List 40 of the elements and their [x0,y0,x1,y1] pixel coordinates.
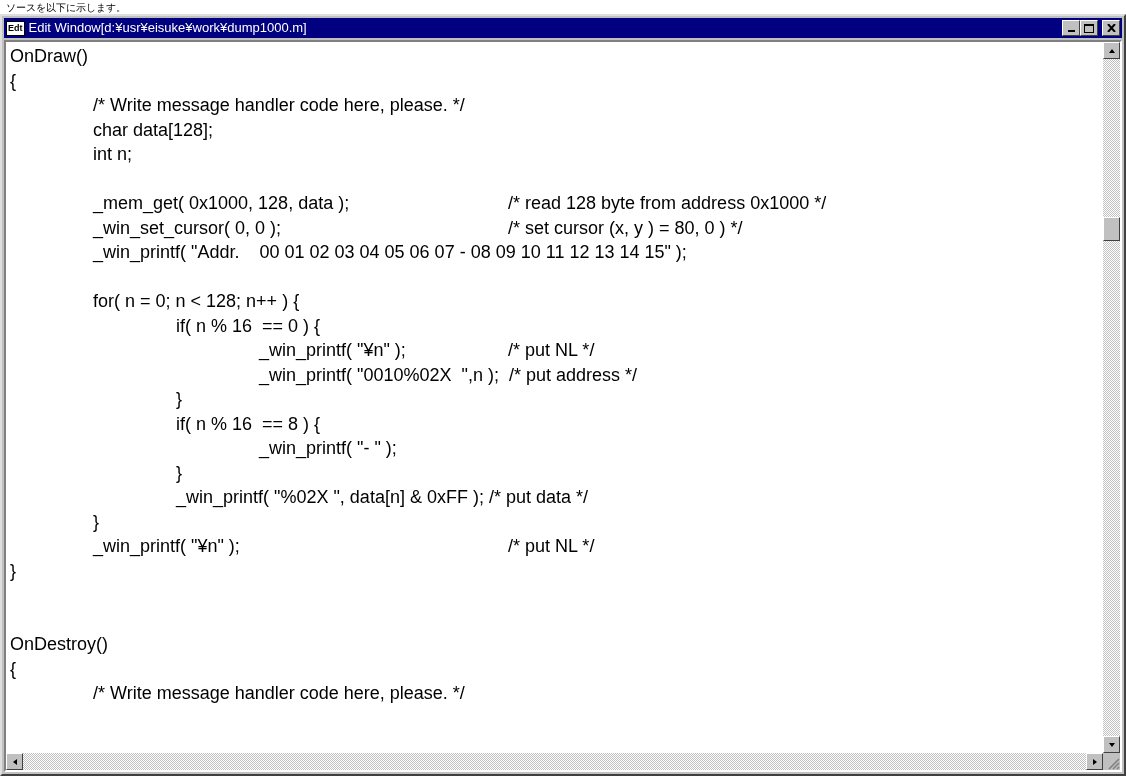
scroll-left-button[interactable] [6,753,23,770]
code-line: _win_printf( "¥n" ); /* put NL */ [257,339,595,362]
minimize-button[interactable] [1062,20,1080,36]
code-line: _win_printf( "Addr. 00 01 02 03 04 05 06 07 - 08 09 10 11 12 13 14 15" ); [91,241,687,264]
code-line: _win_printf( "0010%02X ",n ); /* put address */ [257,363,637,386]
scroll-down-button[interactable] [1103,736,1120,753]
close-button[interactable] [1102,20,1120,36]
code-line: for( n = 0; n < 128; n++ ) { [92,290,300,313]
code-line: OnDestroy() [10,633,108,656]
code-line: /* Write message handler code here, please. */ [92,94,465,117]
vertical-scrollbar[interactable] [1103,42,1120,753]
code-line: { [10,69,16,92]
code-line: { [10,657,16,680]
code-line: char data[128]; [92,118,214,141]
code-line: _win_set_cursor( 0, 0 ); /* set cursor (x, y ) = 80, 0 ) */ [91,216,743,239]
code-line: int n; [92,143,133,166]
code-line: } [10,559,16,582]
code-line: _win_printf( "¥n" ); /* put NL */ [91,535,595,558]
code-line: /* Write message handler code here, please. */ [92,682,465,705]
code-line: } [92,510,99,533]
caption-text: ソースを以下に示します。 [6,2,126,14]
code-line: _win_printf( "%02X ", data[n] & 0xFF ); /* put data */ [174,486,588,509]
window-icon: Edt [6,20,25,36]
code-line: if( n % 16 == 0 ) { [175,314,321,337]
minimize-icon [1067,30,1075,32]
maximize-icon [1084,23,1094,33]
scroll-up-button[interactable] [1103,42,1120,59]
code-line: OnDraw() [10,45,88,68]
scroll-thumb[interactable] [1103,217,1120,241]
code-line: _win_printf( "- " ); [257,437,397,460]
code-line: } [175,388,182,411]
close-icon [1106,24,1116,32]
size-grip-icon[interactable] [1108,758,1120,770]
code-line: } [175,461,182,484]
code-line: _mem_get( 0x1000, 128, data ); /* read 128 byte from address 0x1000 */ [91,192,827,215]
window-title: Edit Window[d:¥usr¥eisuke¥work¥dump1000.m] [28,20,308,36]
scroll-right-button[interactable] [1086,753,1103,770]
code-line: if( n % 16 == 8 ) { [175,412,321,435]
horizontal-scrollbar[interactable] [6,753,1103,770]
maximize-button[interactable] [1080,20,1098,36]
